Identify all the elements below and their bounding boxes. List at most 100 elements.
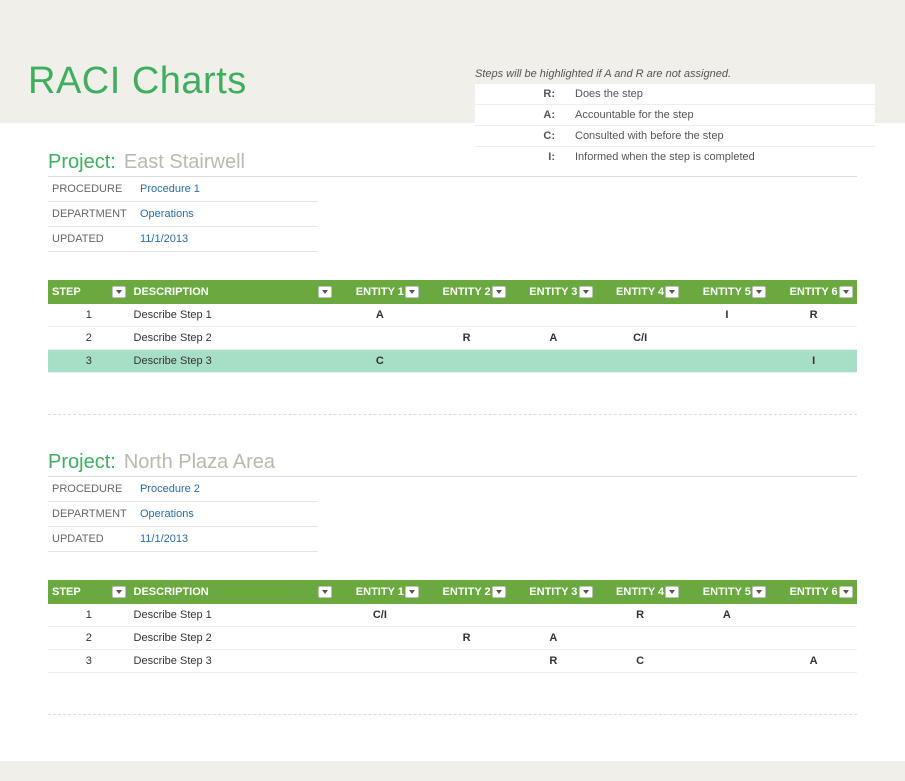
filter-dropdown-icon[interactable] [839, 286, 853, 298]
col-entity-2-label: ENTITY 2 [443, 586, 491, 598]
divider [48, 713, 857, 715]
col-entity-3: ENTITY 3 [510, 580, 597, 604]
cell-entity[interactable] [683, 327, 770, 350]
cell-entity[interactable] [770, 327, 857, 350]
table-row[interactable]: 2Describe Step 2 RA [48, 627, 857, 650]
cell-entity[interactable] [597, 627, 684, 650]
table-row[interactable]: 1Describe Step 1C/I RA [48, 604, 857, 627]
filter-dropdown-icon[interactable] [318, 286, 332, 298]
cell-description[interactable]: Describe Step 3 [130, 650, 337, 673]
filter-dropdown-icon[interactable] [405, 586, 419, 598]
content-area: Project:East StairwellPROCEDUREProcedure… [0, 123, 905, 761]
meta-value[interactable]: Procedure 1 [136, 177, 318, 202]
cell-entity[interactable] [683, 627, 770, 650]
filter-dropdown-icon[interactable] [112, 286, 126, 298]
col-entity-6-label: ENTITY 6 [790, 586, 838, 598]
cell-entity[interactable] [770, 627, 857, 650]
meta-value[interactable]: 11/1/2013 [136, 527, 318, 552]
table-row[interactable]: 3Describe Step 3 RC A [48, 650, 857, 673]
meta-value[interactable]: Operations [136, 502, 318, 527]
cell-entity[interactable]: A [336, 304, 423, 327]
cell-entity[interactable] [336, 627, 423, 650]
filter-dropdown-icon[interactable] [579, 586, 593, 598]
cell-entity[interactable] [597, 350, 684, 373]
cell-entity[interactable]: C/I [597, 327, 684, 350]
cell-entity[interactable] [597, 304, 684, 327]
table-row[interactable]: 2Describe Step 2 RAC/I [48, 327, 857, 350]
filter-dropdown-icon[interactable] [579, 286, 593, 298]
cell-entity[interactable]: C [597, 650, 684, 673]
cell-entity[interactable]: I [770, 350, 857, 373]
meta-row: DEPARTMENTOperations [48, 202, 318, 227]
filter-dropdown-icon[interactable] [492, 586, 506, 598]
filter-dropdown-icon[interactable] [112, 586, 126, 598]
cell-entity[interactable]: R [423, 627, 510, 650]
project-name: East Stairwell [124, 151, 245, 173]
cell-description[interactable]: Describe Step 3 [130, 350, 337, 373]
cell-entity[interactable] [510, 304, 597, 327]
filter-dropdown-icon[interactable] [665, 586, 679, 598]
filter-dropdown-icon[interactable] [665, 286, 679, 298]
cell-entity[interactable] [510, 604, 597, 627]
cell-step-number[interactable]: 2 [48, 327, 130, 350]
cell-entity[interactable] [423, 604, 510, 627]
cell-entity[interactable]: R [510, 650, 597, 673]
col-entity-3-label: ENTITY 3 [529, 286, 577, 298]
cell-step-number[interactable]: 3 [48, 650, 130, 673]
meta-row: PROCEDUREProcedure 1 [48, 177, 318, 202]
cell-entity[interactable]: R [597, 604, 684, 627]
cell-entity[interactable] [770, 604, 857, 627]
filter-dropdown-icon[interactable] [839, 586, 853, 598]
cell-step-number[interactable]: 1 [48, 604, 130, 627]
cell-entity[interactable] [336, 650, 423, 673]
cell-entity[interactable]: R [770, 304, 857, 327]
cell-entity[interactable]: A [770, 650, 857, 673]
filter-dropdown-icon[interactable] [752, 586, 766, 598]
cell-step-number[interactable]: 2 [48, 627, 130, 650]
project-label: Project: [48, 151, 116, 173]
meta-value[interactable]: Procedure 2 [136, 477, 318, 502]
col-entity-6-label: ENTITY 6 [790, 286, 838, 298]
divider [48, 413, 857, 415]
cell-entity[interactable] [423, 350, 510, 373]
cell-entity[interactable]: A [683, 604, 770, 627]
filter-dropdown-icon[interactable] [318, 586, 332, 598]
col-entity-4: ENTITY 4 [597, 280, 684, 304]
meta-row: UPDATED11/1/2013 [48, 227, 318, 252]
col-entity-4-label: ENTITY 4 [616, 286, 664, 298]
cell-description[interactable]: Describe Step 1 [130, 604, 337, 627]
col-entity-5-label: ENTITY 5 [703, 286, 751, 298]
cell-entity[interactable] [510, 350, 597, 373]
col-entity-2-label: ENTITY 2 [443, 286, 491, 298]
cell-entity[interactable]: C [336, 350, 423, 373]
col-entity-5: ENTITY 5 [683, 580, 770, 604]
cell-description[interactable]: Describe Step 1 [130, 304, 337, 327]
cell-entity[interactable]: C/I [336, 604, 423, 627]
cell-step-number[interactable]: 1 [48, 304, 130, 327]
col-entity-6: ENTITY 6 [770, 580, 857, 604]
cell-step-number[interactable]: 3 [48, 350, 130, 373]
table-row[interactable]: 3Describe Step 3C I [48, 350, 857, 373]
cell-entity[interactable]: I [683, 304, 770, 327]
cell-entity[interactable]: A [510, 327, 597, 350]
meta-value[interactable]: 11/1/2013 [136, 227, 318, 252]
meta-label: UPDATED [48, 527, 136, 552]
cell-entity[interactable] [423, 650, 510, 673]
cell-entity[interactable] [336, 327, 423, 350]
cell-entity[interactable] [423, 304, 510, 327]
meta-label: PROCEDURE [48, 177, 136, 202]
legend-key: I: [515, 151, 575, 163]
cell-description[interactable]: Describe Step 2 [130, 327, 337, 350]
cell-entity[interactable]: R [423, 327, 510, 350]
steps-table: STEPDESCRIPTIONENTITY 1ENTITY 2ENTITY 3E… [48, 580, 857, 673]
meta-value[interactable]: Operations [136, 202, 318, 227]
cell-entity[interactable] [683, 650, 770, 673]
cell-description[interactable]: Describe Step 2 [130, 627, 337, 650]
cell-entity[interactable] [683, 350, 770, 373]
filter-dropdown-icon[interactable] [752, 286, 766, 298]
cell-entity[interactable]: A [510, 627, 597, 650]
filter-dropdown-icon[interactable] [492, 286, 506, 298]
legend-hint: Steps will be highlighted if A and R are… [475, 68, 875, 80]
filter-dropdown-icon[interactable] [405, 286, 419, 298]
table-row[interactable]: 1Describe Step 1A IR [48, 304, 857, 327]
